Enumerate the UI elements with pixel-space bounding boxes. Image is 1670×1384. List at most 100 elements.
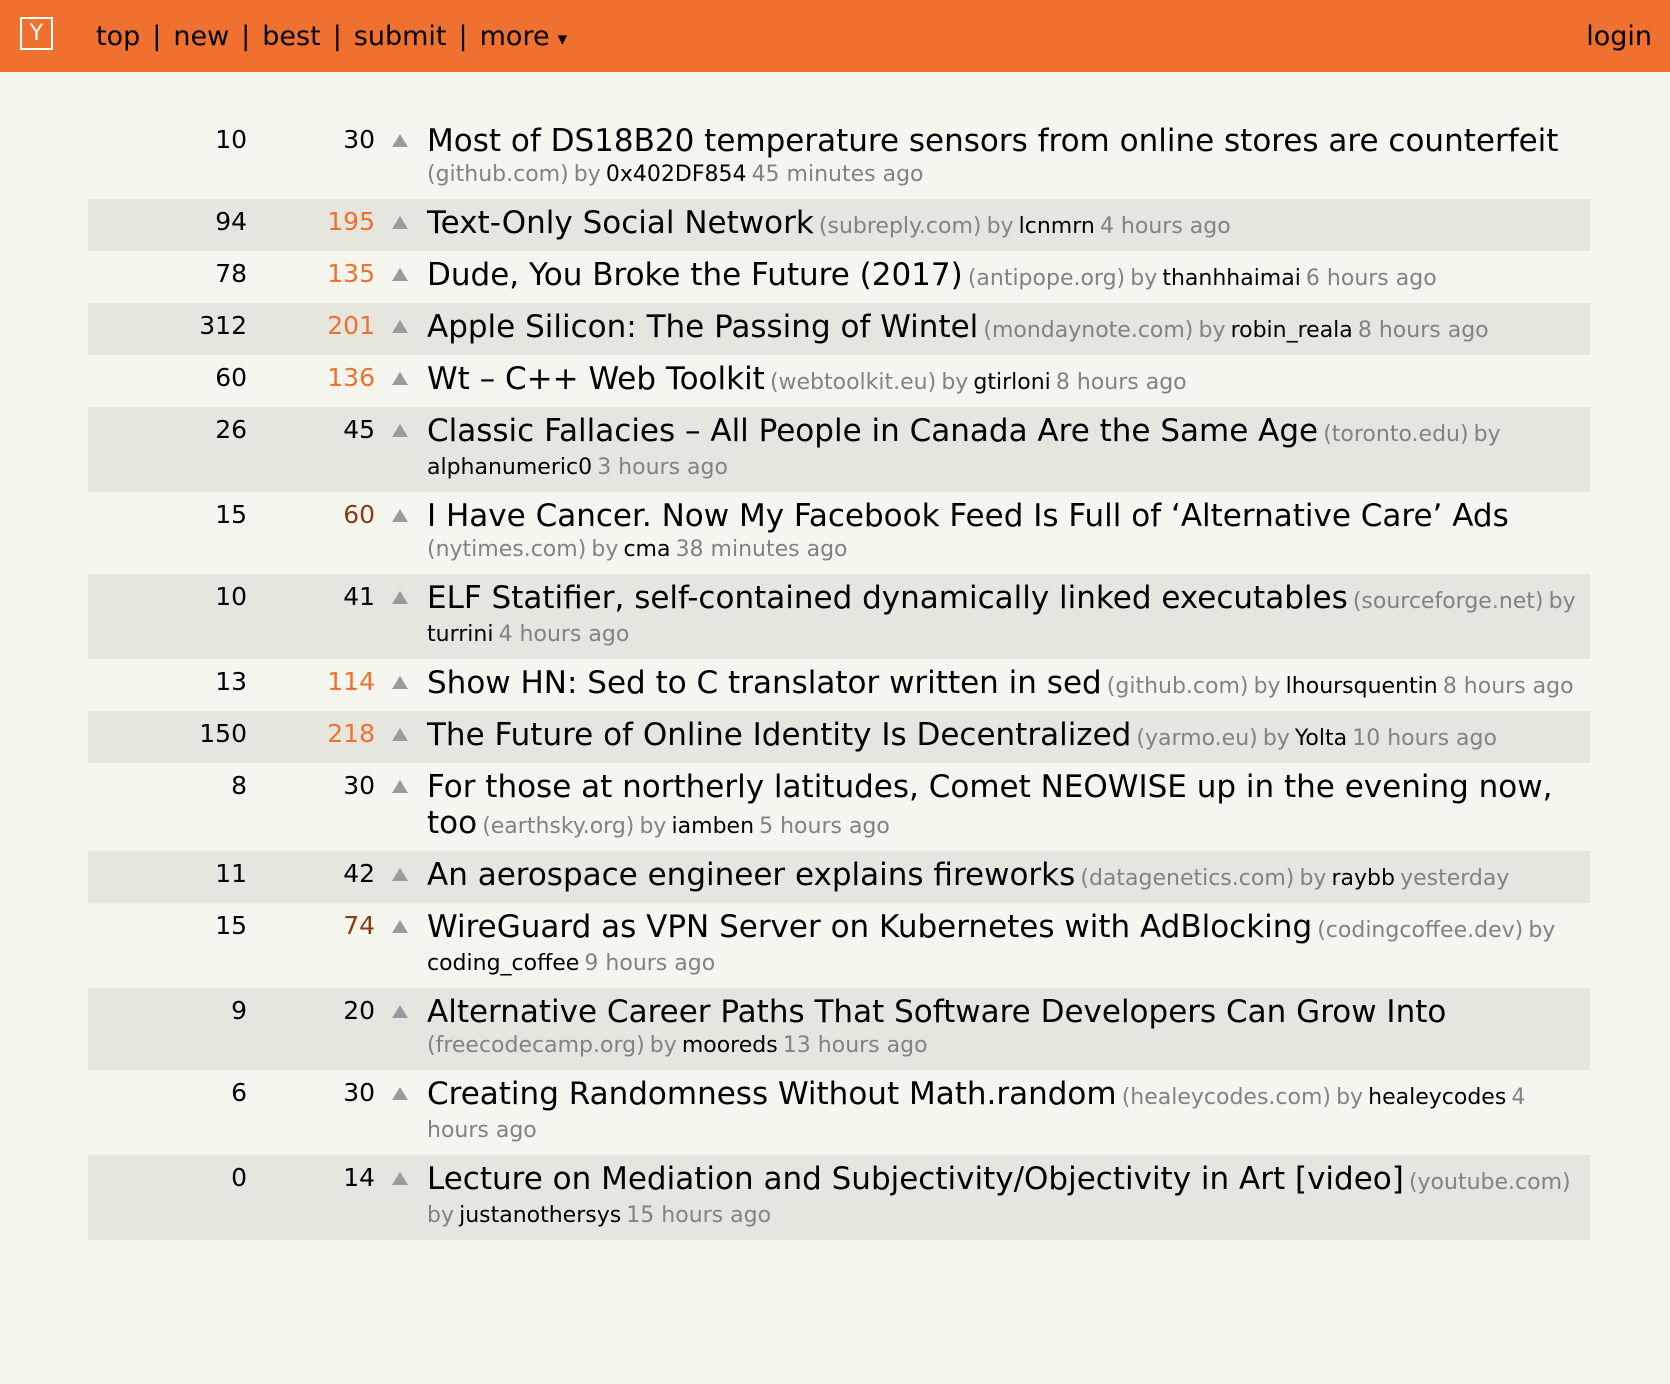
- comment-count[interactable]: 10: [88, 582, 247, 611]
- comment-count[interactable]: 150: [88, 719, 247, 748]
- story-author[interactable]: thanhhaimai: [1162, 266, 1301, 291]
- story-age[interactable]: 9 hours ago: [584, 951, 715, 976]
- nav-top[interactable]: top: [96, 21, 140, 52]
- upvote-arrow-icon[interactable]: [392, 320, 408, 333]
- comment-count[interactable]: 15: [88, 911, 247, 940]
- story-author[interactable]: cma: [623, 537, 670, 562]
- story-domain[interactable]: (sourceforge.net): [1353, 589, 1544, 614]
- story-domain[interactable]: (nytimes.com): [427, 537, 586, 562]
- story-age[interactable]: 8 hours ago: [1056, 370, 1187, 395]
- story-age[interactable]: 38 minutes ago: [676, 537, 848, 562]
- story-domain[interactable]: (yarmo.eu): [1136, 726, 1257, 751]
- story-age[interactable]: 4 hours ago: [1100, 214, 1231, 239]
- story-domain[interactable]: (codingcoffee.dev): [1317, 918, 1523, 943]
- story-title[interactable]: The Future of Online Identity Is Decentr…: [427, 717, 1131, 753]
- story-title[interactable]: Show HN: Sed to C translator written in …: [427, 665, 1102, 701]
- nav-more[interactable]: more ▾: [480, 21, 568, 52]
- story-title[interactable]: Wt – C++ Web Toolkit: [427, 361, 765, 397]
- story-domain[interactable]: (youtube.com): [1409, 1170, 1571, 1195]
- story-domain[interactable]: (mondaynote.com): [983, 318, 1193, 343]
- story-age[interactable]: 6 hours ago: [1306, 266, 1437, 291]
- story-title[interactable]: Alternative Career Paths That Software D…: [427, 994, 1446, 1030]
- story-age[interactable]: 15 hours ago: [626, 1203, 771, 1228]
- upvote-arrow-icon[interactable]: [392, 780, 408, 793]
- story-age[interactable]: 45 minutes ago: [752, 162, 924, 187]
- nav-new[interactable]: new: [173, 21, 229, 52]
- story-title[interactable]: ELF Statifier, self-contained dynamicall…: [427, 580, 1348, 616]
- story-title[interactable]: Classic Fallacies – All People in Canada…: [427, 413, 1318, 449]
- story-author[interactable]: 0x402DF854: [606, 162, 747, 187]
- comment-count[interactable]: 78: [88, 259, 247, 288]
- story-domain[interactable]: (toronto.edu): [1323, 422, 1468, 447]
- story-author[interactable]: lhoursquentin: [1286, 674, 1438, 699]
- comment-count[interactable]: 15: [88, 500, 247, 529]
- upvote-arrow-icon[interactable]: [392, 216, 408, 229]
- story-author[interactable]: healeycodes: [1368, 1085, 1506, 1110]
- site-logo[interactable]: Y: [20, 17, 53, 50]
- story-author[interactable]: justanothersys: [459, 1203, 621, 1228]
- story-domain[interactable]: (healeycodes.com): [1122, 1085, 1331, 1110]
- comment-count[interactable]: 26: [88, 415, 247, 444]
- upvote-arrow-icon[interactable]: [392, 268, 408, 281]
- story-domain[interactable]: (earthsky.org): [482, 814, 634, 839]
- upvote-arrow-icon[interactable]: [392, 1087, 408, 1100]
- story-domain[interactable]: (datagenetics.com): [1080, 866, 1294, 891]
- story-age[interactable]: 5 hours ago: [759, 814, 890, 839]
- comment-count[interactable]: 8: [88, 771, 247, 800]
- story-domain[interactable]: (github.com): [1107, 674, 1249, 699]
- comment-count[interactable]: 0: [88, 1163, 247, 1192]
- story-domain[interactable]: (subreply.com): [819, 214, 982, 239]
- story-age[interactable]: 8 hours ago: [1443, 674, 1574, 699]
- comment-count[interactable]: 10: [88, 125, 247, 154]
- story-author[interactable]: coding_coffee: [427, 951, 579, 976]
- upvote-arrow-icon[interactable]: [392, 676, 408, 689]
- upvote-arrow-icon[interactable]: [392, 920, 408, 933]
- comment-count[interactable]: 9: [88, 996, 247, 1025]
- story-age[interactable]: 13 hours ago: [783, 1033, 928, 1058]
- upvote-arrow-icon[interactable]: [392, 868, 408, 881]
- nav-submit[interactable]: submit: [354, 21, 447, 52]
- comment-count[interactable]: 13: [88, 667, 247, 696]
- story-author[interactable]: robin_reala: [1231, 318, 1353, 343]
- upvote-arrow-icon[interactable]: [392, 424, 408, 437]
- story-title[interactable]: An aerospace engineer explains fireworks: [427, 857, 1075, 893]
- upvote-arrow-icon[interactable]: [392, 509, 408, 522]
- comment-count[interactable]: 312: [88, 311, 247, 340]
- story-age[interactable]: yesterday: [1400, 866, 1509, 891]
- upvote-arrow-icon[interactable]: [392, 591, 408, 604]
- comment-count[interactable]: 11: [88, 859, 247, 888]
- upvote-arrow-icon[interactable]: [392, 372, 408, 385]
- story-author[interactable]: Yolta: [1295, 726, 1347, 751]
- story-title[interactable]: Most of DS18B20 temperature sensors from…: [427, 123, 1558, 159]
- story-author[interactable]: turrini: [427, 622, 493, 647]
- story-title[interactable]: Dude, You Broke the Future (2017): [427, 257, 963, 293]
- story-title[interactable]: Creating Randomness Without Math.random: [427, 1076, 1117, 1112]
- upvote-arrow-icon[interactable]: [392, 1005, 408, 1018]
- story-title[interactable]: WireGuard as VPN Server on Kubernetes wi…: [427, 909, 1312, 945]
- comment-count[interactable]: 60: [88, 363, 247, 392]
- story-domain[interactable]: (webtoolkit.eu): [770, 370, 936, 395]
- comment-count[interactable]: 6: [88, 1078, 247, 1107]
- story-title[interactable]: I Have Cancer. Now My Facebook Feed Is F…: [427, 498, 1509, 534]
- login-link[interactable]: login: [1586, 0, 1652, 72]
- story-age[interactable]: 8 hours ago: [1358, 318, 1489, 343]
- comment-count[interactable]: 94: [88, 207, 247, 236]
- story-domain[interactable]: (antipope.org): [968, 266, 1125, 291]
- story-title[interactable]: Lecture on Mediation and Subjectivity/Ob…: [427, 1161, 1404, 1197]
- story-domain[interactable]: (freecodecamp.org): [427, 1033, 645, 1058]
- story-author[interactable]: lcnmrn: [1019, 214, 1095, 239]
- story-age[interactable]: 10 hours ago: [1352, 726, 1497, 751]
- upvote-arrow-icon[interactable]: [392, 1172, 408, 1185]
- story-author[interactable]: gtirloni: [973, 370, 1050, 395]
- story-age[interactable]: 3 hours ago: [597, 455, 728, 480]
- story-author[interactable]: alphanumeric0: [427, 455, 592, 480]
- story-author[interactable]: mooreds: [682, 1033, 778, 1058]
- upvote-arrow-icon[interactable]: [392, 728, 408, 741]
- story-domain[interactable]: (github.com): [427, 162, 569, 187]
- story-author[interactable]: iamben: [672, 814, 754, 839]
- story-title[interactable]: Apple Silicon: The Passing of Wintel: [427, 309, 978, 345]
- story-author[interactable]: raybb: [1332, 866, 1395, 891]
- nav-best[interactable]: best: [262, 21, 320, 52]
- upvote-arrow-icon[interactable]: [392, 134, 408, 147]
- story-title[interactable]: Text-Only Social Network: [427, 205, 814, 241]
